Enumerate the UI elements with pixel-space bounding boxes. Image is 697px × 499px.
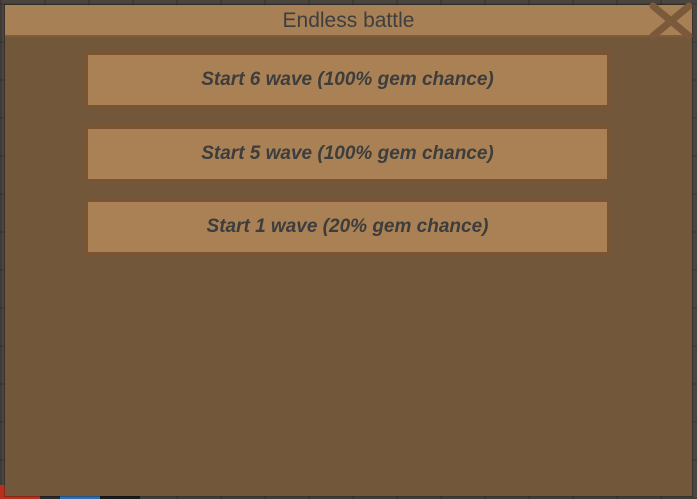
start-6-wave-button[interactable]: Start 6 wave (100% gem chance) [85,52,610,108]
dialog-title: Endless battle [282,9,415,32]
close-button[interactable] [648,2,694,42]
dialog-title-bar: Endless battle [5,5,692,37]
start-5-wave-button[interactable]: Start 5 wave (100% gem chance) [85,126,610,182]
button-label: Start 1 wave (20% gem chance) [206,216,489,237]
button-label: Start 6 wave (100% gem chance) [201,69,494,90]
endless-battle-dialog: Endless battle Start 6 wave (100% gem ch… [5,2,694,496]
close-x-icon [649,2,693,40]
start-1-wave-button[interactable]: Start 1 wave (20% gem chance) [85,199,610,255]
button-label: Start 5 wave (100% gem chance) [201,143,494,164]
